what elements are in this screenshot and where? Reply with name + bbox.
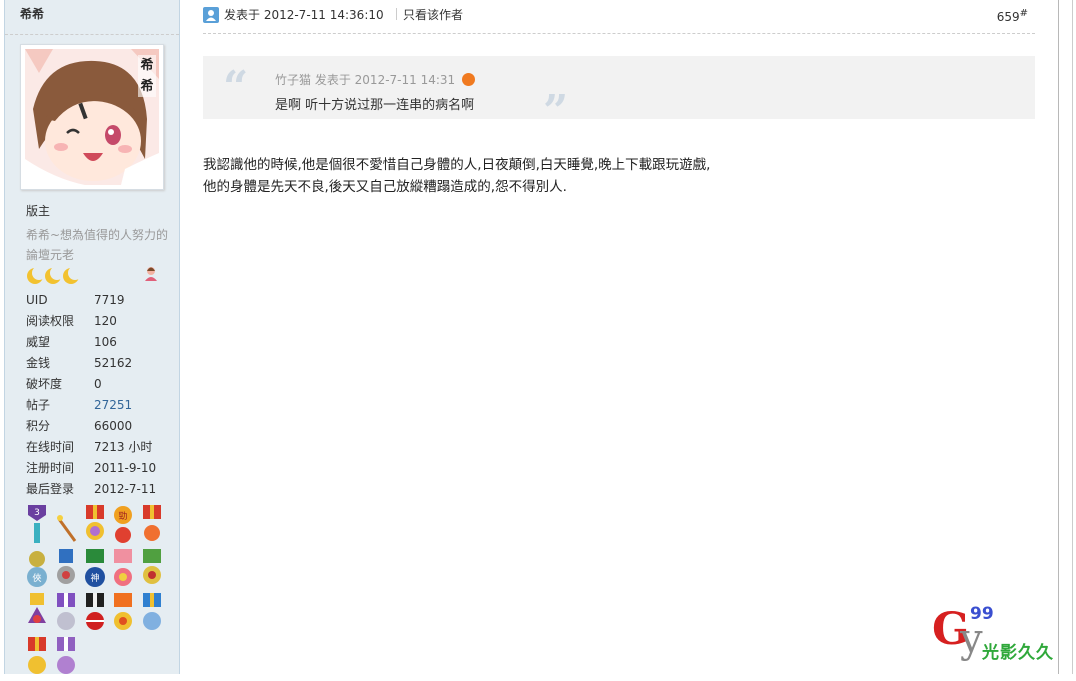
stat-row-posts: 帖子 27251 [26,398,133,412]
medal-icon[interactable] [141,549,163,589]
quote-text: 是啊 听十方说过那一连串的病名啊 [275,98,475,113]
close-quote-icon: ” [543,86,569,137]
stat-row-register-date: 注册时间 2011-9-10 [26,461,157,475]
stat-row-money: 金钱 52162 [26,356,133,370]
user-stats: UID 7719 阅读权限 120 威望 106 金钱 52162 破坏度 0 帖子 272… [26,290,156,500]
svg-text:神: 神 [90,572,99,584]
medal-list: 3 勁 俠 神 [26,505,176,681]
quote-meta: 竹子猫 发表于 2012-7-11 14:31 [275,71,475,88]
medal-icon[interactable] [26,637,48,677]
watermark-number: 99 [970,604,994,624]
jump-to-post-icon[interactable] [462,73,475,86]
post-timestamp: 发表于 2012-7-11 14:36:10 [224,8,384,22]
post-body-line: 他的身體是先天不良,後天又自己放縱糟蹋造成的,怨不得別人. [203,179,567,195]
female-icon [143,265,159,284]
medal-icon[interactable] [84,505,106,545]
user-rank[interactable]: 版主 [26,202,50,219]
medal-icon[interactable] [112,593,134,633]
stat-row-points: 积分 66000 [26,419,133,433]
medal-icon[interactable] [112,549,134,589]
stat-row-last-login: 最后登录 2012-7-11 [26,482,157,496]
medal-icon[interactable] [84,593,106,633]
only-author-link[interactable]: 只看该作者 [403,6,463,23]
quote-author: 竹子猫 [275,73,312,87]
svg-text:俠: 俠 [32,572,41,584]
medal-icon[interactable] [26,593,48,633]
stat-row-uid: UID 7719 [26,293,125,307]
medal-icon[interactable] [55,549,77,589]
custom-title: 希希~想為值得的人努力的論壇元老 [26,228,169,262]
site-watermark-logo: G y 99 光影久久 [932,604,1072,670]
svg-text:3: 3 [34,508,40,518]
medal-icon[interactable] [141,505,163,545]
svg-text:勁: 勁 [119,510,128,522]
floor-number[interactable]: 659# [997,8,1028,24]
medal-icon[interactable]: 勁 [112,505,134,545]
medal-icon[interactable]: 俠 [26,549,48,589]
post-body-line: 我認識他的時候,他是個很不愛惜自己身體的人,日夜顛倒,白天睡覺,晚上下載跟玩遊戲… [203,157,711,173]
post-body: 我認識他的時候,他是個很不愛惜自己身體的人,日夜顛倒,白天睡覺,晚上下載跟玩遊戲… [203,154,710,198]
post-main: 发表于 2012-7-11 14:36:10 只看该作者 659# “ 竹子猫 … [203,0,1035,195]
avatar[interactable]: 希希 [20,44,164,190]
medal-icon[interactable] [55,593,77,633]
moon-icon [63,266,82,284]
online-user-icon [203,7,219,23]
medal-icon[interactable]: 3 [26,505,48,545]
wand-icon[interactable] [55,505,77,545]
stat-row-prestige: 威望 106 [26,335,117,349]
quote-timestamp: 发表于 2012-7-11 14:31 [314,73,456,87]
quote-block: “ 竹子猫 发表于 2012-7-11 14:31 是啊 听十方说过那一连串的病… [203,56,1035,137]
stat-row-destruction: 破坏度 0 [26,377,102,391]
window-edge [1072,0,1073,674]
watermark-text: 光影久久 [982,643,1054,663]
avatar-tag: 希希 [138,55,156,97]
post-header: 发表于 2012-7-11 14:36:10 只看该作者 659# [203,0,1035,34]
medal-icon[interactable] [55,637,77,677]
medal-icon[interactable]: 神 [84,549,106,589]
posts-count-link[interactable]: 27251 [94,398,132,412]
open-quote-icon: “ [223,62,249,113]
stat-row-online-time: 在线时间 7213 小时 [26,440,153,454]
medal-icon[interactable] [141,593,163,633]
moon-icon [27,266,46,284]
rank-stars [26,266,86,289]
avatar-image[interactable]: 希希 [25,49,159,185]
moon-icon [45,266,64,284]
author-sidebar: 希希 希希 版主 希希~想為值得的人努力的論壇元老 UID 7719 阅读权限 … [4,0,180,674]
stat-row-read-permission: 阅读权限 120 [26,314,117,328]
divider [396,8,397,20]
author-username[interactable]: 希希 [5,0,179,35]
content-border [1058,0,1059,674]
